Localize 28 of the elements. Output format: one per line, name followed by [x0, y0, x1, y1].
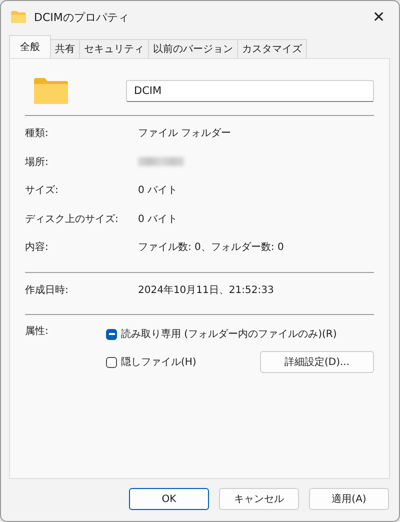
property-label: 内容:	[25, 240, 50, 254]
checkbox-label: 隠しファイル(H)	[121, 356, 196, 369]
property-value: 0 バイト	[138, 184, 178, 198]
close-button[interactable]: ✕	[359, 1, 399, 33]
property-value: ファイル フォルダー	[138, 127, 232, 140]
property-label: ディスク上のサイズ:	[25, 212, 120, 226]
window-title: DCIMのプロパティ	[34, 10, 130, 24]
property-value: 0 バイト	[138, 212, 178, 226]
property-label: 場所:	[25, 156, 50, 169]
checkbox[interactable]	[106, 328, 117, 340]
dialog-button[interactable]: 適用(A)	[309, 488, 389, 510]
folder-icon	[11, 11, 26, 23]
advanced-button[interactable]: 詳細設定(D)...	[260, 351, 374, 373]
property-value: 2024年10月11日、21:52:33	[138, 284, 274, 297]
blurred-text	[138, 157, 184, 166]
property-label: 作成日時:	[25, 284, 70, 297]
property-label: 属性:	[25, 324, 50, 339]
tab[interactable]: 全般	[9, 35, 51, 58]
property-label: サイズ:	[25, 184, 60, 198]
property-value: ファイル数: 0、フォルダー数: 0	[138, 241, 284, 254]
dialog-button[interactable]: キャンセル	[219, 488, 299, 510]
folder-icon	[34, 78, 68, 104]
property-label: 種類:	[25, 126, 50, 140]
name-field[interactable]: DCIM	[126, 80, 374, 102]
checkbox-label: 読み取り専用 (フォルダー内のファイルのみ)(R)	[121, 328, 337, 341]
dialog-button[interactable]: OK	[129, 488, 209, 510]
checkbox[interactable]	[106, 356, 117, 368]
tab[interactable]: カスタマイズ	[237, 39, 307, 58]
